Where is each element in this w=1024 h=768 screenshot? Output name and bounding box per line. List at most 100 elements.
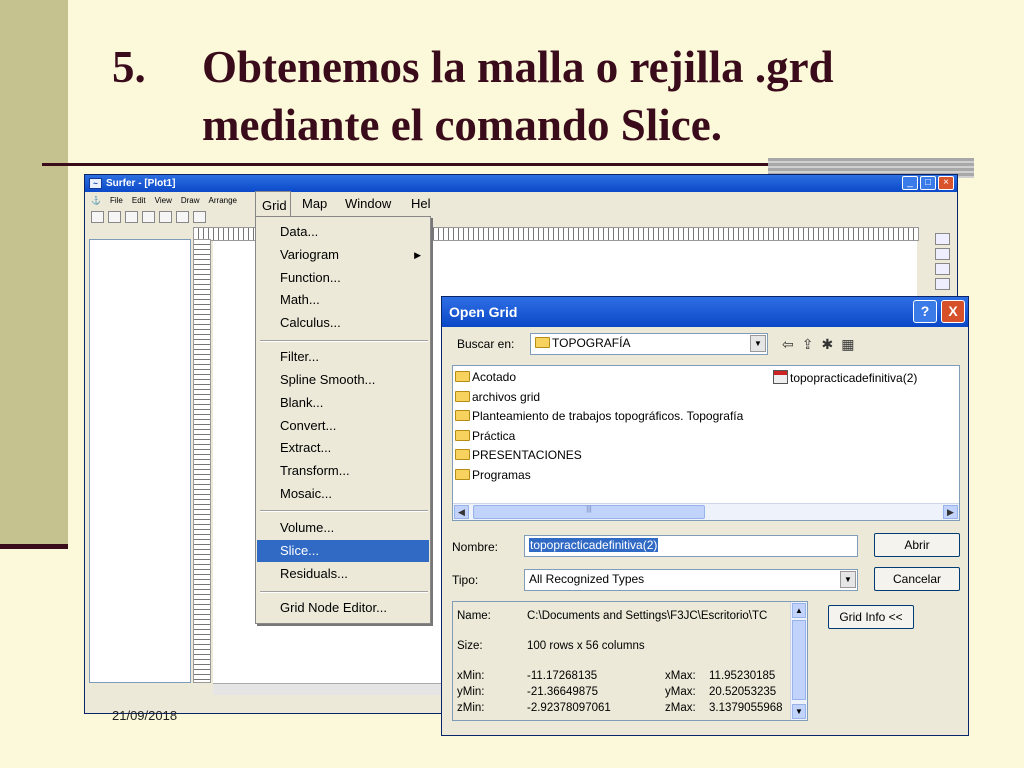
grid-menu-transform[interactable]: Transform... (257, 460, 429, 482)
object-manager-pane[interactable] (89, 239, 191, 683)
cancel-button[interactable]: Cancelar (874, 567, 960, 591)
grid-info-panel: Name: C:\Documents and Settings\F3JC\Esc… (452, 601, 808, 721)
list-item[interactable]: Programas (455, 468, 531, 482)
menu-anchor-icon[interactable]: ⚓ (91, 196, 101, 205)
grid-file-icon (773, 370, 788, 384)
info-zmax-value: 3.1379055968 (709, 702, 783, 714)
new-folder-icon[interactable]: ✱ (821, 336, 833, 353)
grid-menu-math[interactable]: Math... (257, 289, 429, 311)
info-xmin-value: -11.17268135 (527, 670, 598, 682)
up-folder-icon[interactable]: ⇪ (802, 336, 814, 353)
open-icon[interactable] (108, 211, 121, 223)
list-item[interactable]: Práctica (455, 429, 515, 443)
chevron-down-icon[interactable]: ▼ (750, 335, 766, 352)
menu-file[interactable]: File (110, 196, 123, 205)
list-item[interactable]: Acotado (455, 370, 516, 384)
minimize-button[interactable]: _ (902, 176, 918, 190)
surfer-titlebar: ~ Surfer - [Plot1] (85, 175, 957, 192)
list-item[interactable]: Planteamiento de trabajos topográficos. … (455, 409, 743, 423)
menu-separator (260, 340, 428, 342)
info-ymax-value: 20.52053235 (709, 686, 777, 698)
help-button[interactable]: ? (913, 300, 937, 323)
grid-menu-data[interactable]: Data... (257, 221, 429, 243)
open-button[interactable]: Abrir (874, 533, 960, 557)
back-icon[interactable]: ⇦ (782, 336, 794, 353)
cut-icon[interactable] (176, 211, 189, 223)
grid-menu-residuals[interactable]: Residuals... (257, 563, 429, 585)
folder-icon (455, 391, 470, 402)
grid-menu-blank[interactable]: Blank... (257, 392, 429, 414)
info-scrollbar[interactable]: ▲ ▼ (790, 602, 807, 720)
info-size-label: Size: (457, 640, 483, 652)
file-name-input[interactable]: topopracticadefinitiva(2) (524, 535, 858, 557)
file-type-select[interactable]: All Recognized Types ▼ (524, 569, 858, 591)
chevron-down-icon[interactable]: ▼ (840, 571, 856, 588)
scroll-down-icon[interactable]: ▼ (792, 704, 806, 719)
vertical-ruler (193, 239, 211, 683)
grid-dropdown-menu: Data... Variogram ▶ Function... Math... C… (255, 216, 431, 624)
look-in-combo[interactable]: TOPOGRAFÍA ▼ (530, 333, 768, 355)
type-label: Tipo: (452, 573, 479, 587)
grid-menu-calculus[interactable]: Calculus... (257, 312, 429, 334)
menu-view[interactable]: View (155, 196, 172, 205)
file-list-scrollbar[interactable]: ◀ ||| ▶ (453, 503, 959, 520)
menu-window[interactable]: Window (345, 196, 391, 211)
worksheet-icon[interactable] (142, 211, 155, 223)
menu-grid[interactable]: Grid (255, 191, 291, 217)
grid-menu-node-editor[interactable]: Grid Node Editor... (257, 597, 429, 619)
grid-info-button[interactable]: Grid Info << (828, 605, 914, 629)
surfer-menubar: ⚓ File Edit View Draw Arrange (85, 192, 957, 208)
title-rule (42, 163, 768, 166)
scroll-thumb[interactable]: ||| (473, 505, 705, 519)
folder-icon (455, 410, 470, 421)
scroll-right-icon[interactable]: ▶ (943, 505, 958, 519)
menu-help[interactable]: Hel (411, 196, 431, 211)
list-item-file[interactable]: topopracticadefinitiva(2) (773, 370, 917, 385)
grid-menu-convert[interactable]: Convert... (257, 415, 429, 437)
menu-separator (260, 591, 428, 593)
folder-icon (535, 337, 550, 348)
grid-menu-slice[interactable]: Slice... (257, 540, 429, 562)
grid-menu-mosaic[interactable]: Mosaic... (257, 483, 429, 505)
menu-map[interactable]: Map (302, 196, 327, 211)
folder-icon (455, 469, 470, 480)
copy-icon[interactable] (193, 211, 206, 223)
tool-icon[interactable] (935, 248, 950, 260)
dialog-close-button[interactable]: X (941, 300, 965, 323)
slide-date: 21/09/2018 (112, 708, 178, 723)
surfer-title: Surfer - [Plot1] (106, 178, 176, 189)
menu-draw[interactable]: Draw (181, 196, 200, 205)
grid-menu-variogram[interactable]: Variogram ▶ (257, 244, 429, 266)
menu-edit[interactable]: Edit (132, 196, 146, 205)
info-zmax-label: zMax: (665, 702, 696, 714)
grid-menu-extract[interactable]: Extract... (257, 437, 429, 459)
file-name-value: topopracticadefinitiva(2) (529, 538, 659, 552)
scroll-left-icon[interactable]: ◀ (454, 505, 469, 519)
new-icon[interactable] (91, 211, 104, 223)
grid-menu-volume[interactable]: Volume... (257, 517, 429, 539)
print-icon[interactable] (159, 211, 172, 223)
dialog-titlebar: Open Grid ? X (442, 297, 968, 327)
tool-icon[interactable] (935, 233, 950, 245)
slide-number: 5. (112, 42, 146, 92)
save-icon[interactable] (125, 211, 138, 223)
view-menu-icon[interactable]: ▦ (841, 336, 854, 353)
grid-menu-filter[interactable]: Filter... (257, 346, 429, 368)
menu-arrange[interactable]: Arrange (209, 196, 237, 205)
list-item[interactable]: archivos grid (455, 390, 540, 404)
file-list[interactable]: Acotado archivos grid Planteamiento de t… (452, 365, 960, 521)
grid-menu-spline-smooth[interactable]: Spline Smooth... (257, 369, 429, 391)
scroll-up-icon[interactable]: ▲ (792, 603, 806, 618)
info-ymax-label: yMax: (665, 686, 696, 698)
tool-icon[interactable] (935, 278, 950, 290)
tool-icon[interactable] (935, 263, 950, 275)
info-name-value: C:\Documents and Settings\F3JC\Escritori… (527, 610, 768, 622)
surfer-app-icon: ~ (89, 178, 102, 189)
grid-menu-function[interactable]: Function... (257, 267, 429, 289)
close-button[interactable]: × (938, 176, 954, 190)
maximize-button[interactable]: □ (920, 176, 936, 190)
surfer-toolbar (85, 208, 957, 226)
list-item[interactable]: PRESENTACIONES (455, 448, 582, 462)
folder-icon (455, 371, 470, 382)
scroll-thumb[interactable] (792, 620, 806, 700)
